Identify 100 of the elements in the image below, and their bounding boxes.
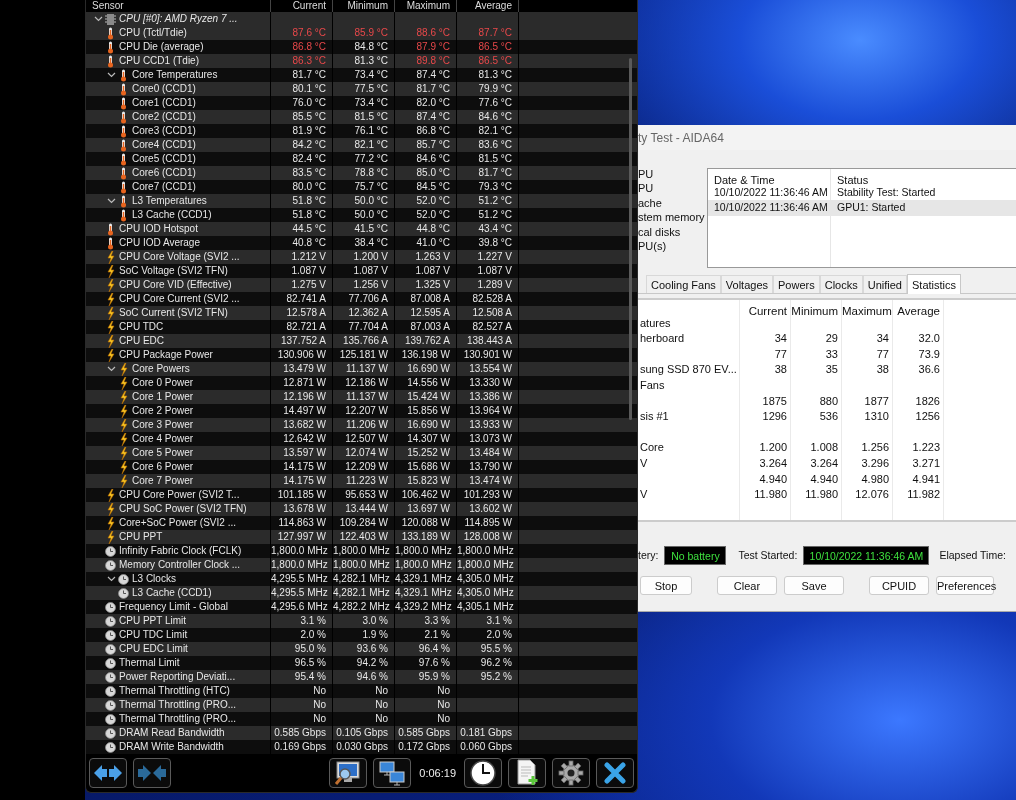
tab[interactable]: Cooling Fans <box>646 275 721 293</box>
tab[interactable]: Voltages <box>720 275 774 293</box>
monitor-button[interactable] <box>329 758 368 788</box>
sensor-name: CPU (Tctl/Tdie) <box>119 26 187 40</box>
column-header[interactable]: Minimum <box>791 300 842 322</box>
sensor-row[interactable]: Core0 (CCD1) 80.1 °C 77.5 °C 81.7 °C 79.9 °C <box>86 82 637 96</box>
status-label: Elapsed Time: <box>939 549 1006 561</box>
sensor-row[interactable]: CPU Core VID (Effective) 1.275 V 1.256 V 1.325 V 1.289 V <box>86 278 637 292</box>
sensor-row[interactable]: Thermal Throttling (PRO... No No No <box>86 712 637 726</box>
network-button[interactable] <box>373 758 412 788</box>
sensor-row[interactable]: Thermal Throttling (PRO... No No No <box>86 698 637 712</box>
sensor-name: Infinity Fabric Clock (FCLK) <box>119 544 242 558</box>
action-button[interactable]: Save <box>784 576 844 595</box>
sensor-row[interactable]: CPU Core Voltage (SVI2 ... 1.212 V 1.200 V 1.263 V 1.227 V <box>86 250 637 264</box>
sensor-row[interactable]: Core 1 Power 12.196 W 11.137 W 15.424 W 13.386 W <box>86 390 637 404</box>
sensor-row[interactable]: L3 Temperatures 51.8 °C 50.0 °C 52.0 °C 51.2 °C <box>86 194 637 208</box>
chevron-down-icon[interactable] <box>107 198 116 204</box>
sensor-row[interactable]: CPU [#0]: AMD Ryzen 7 ... <box>86 12 637 26</box>
settings-button[interactable] <box>552 758 590 788</box>
log-cell[interactable]: 10/10/2022 11:36:46 AM <box>708 184 831 200</box>
sensor-row[interactable]: Core 7 Power 14.175 W 11.223 W 15.823 W 13.474 W <box>86 474 637 488</box>
log-cell[interactable]: 10/10/2022 11:36:46 AM <box>708 200 831 216</box>
sensor-row[interactable]: Core 5 Power 13.597 W 12.074 W 15.252 W 13.484 W <box>86 446 637 460</box>
log-cell[interactable]: GPU1: Started <box>831 200 1016 216</box>
sensor-row[interactable]: CPU IOD Hotspot 44.5 °C 41.5 °C 44.8 °C 43.4 °C <box>86 222 637 236</box>
action-button[interactable]: Stop <box>640 576 692 595</box>
sensor-row[interactable]: CPU IOD Average 40.8 °C 38.4 °C 41.0 °C 39.8 °C <box>86 236 637 250</box>
sensor-row[interactable]: CPU TDC Limit 2.0 % 1.9 % 2.1 % 2.0 % <box>86 628 637 642</box>
chevron-down-icon[interactable] <box>107 72 116 78</box>
sensor-row[interactable]: CPU EDC 137.752 A 135.766 A 139.762 A 138.443 A <box>86 334 637 348</box>
sensor-row[interactable]: Core6 (CCD1) 83.5 °C 78.8 °C 85.0 °C 81.7 °C <box>86 166 637 180</box>
sensor-row[interactable]: L3 Clocks 4,295.5 MHz 4,282.1 MHz 4,329.1 MHz 4,305.0 MHz <box>86 572 637 586</box>
sensor-row[interactable]: Core7 (CCD1) 80.0 °C 75.7 °C 84.5 °C 79.3 °C <box>86 180 637 194</box>
double-arrow-icon <box>93 764 123 782</box>
sensor-row[interactable]: Core3 (CCD1) 81.9 °C 76.1 °C 86.8 °C 82.1 °C <box>86 124 637 138</box>
sensor-row[interactable]: Core Powers 13.479 W 11.137 W 16.690 W 13.554 W <box>86 362 637 376</box>
test-option[interactable]: PU <box>638 168 707 180</box>
close-button[interactable] <box>596 758 634 788</box>
sensor-row[interactable]: CPU EDC Limit 95.0 % 93.6 % 96.4 % 95.5 % <box>86 642 637 656</box>
chevron-down-icon[interactable] <box>107 576 116 582</box>
column-header[interactable]: Maximum <box>842 300 893 322</box>
elapsed-time: 0:06:19 <box>419 767 456 779</box>
sensor-row[interactable]: Thermal Throttling (HTC) No No No <box>86 684 637 698</box>
sensor-row[interactable]: DRAM Write Bandwidth 0.169 Gbps 0.030 Gbps 0.172 Gbps 0.060 Gbps <box>86 740 637 754</box>
column-header[interactable]: Average <box>893 300 944 322</box>
sensor-row[interactable]: DRAM Read Bandwidth 0.585 Gbps 0.105 Gbps 0.585 Gbps 0.181 Gbps <box>86 726 637 740</box>
table-cell-text: 4.941 <box>911 471 941 487</box>
sensor-row[interactable]: Core1 (CCD1) 76.0 °C 73.4 °C 82.0 °C 77.6 °C <box>86 96 637 110</box>
collapse-button[interactable] <box>133 758 171 788</box>
chevron-down-icon[interactable] <box>94 16 103 22</box>
sensor-row[interactable]: Core Temperatures 81.7 °C 73.4 °C 87.4 °C 81.3 °C <box>86 68 637 82</box>
tab[interactable]: Powers <box>773 275 820 293</box>
sensor-row[interactable]: CPU Core Power (SVI2 T... 101.185 W 95.653 W 106.462 W 101.293 W <box>86 488 637 502</box>
sensor-row[interactable]: Core 2 Power 14.497 W 12.207 W 15.856 W 13.964 W <box>86 404 637 418</box>
sensor-row[interactable]: L3 Cache (CCD1) 4,295.5 MHz 4,282.1 MHz 4,329.1 MHz 4,305.0 MHz <box>86 586 637 600</box>
column-header[interactable]: Current <box>740 300 791 322</box>
sensor-row[interactable]: CPU Package Power 130.906 W 125.181 W 136.198 W 130.901 W <box>86 348 637 362</box>
tab[interactable]: Clocks <box>819 275 863 293</box>
sensor-row[interactable]: Core 6 Power 14.175 W 12.209 W 15.686 W 13.790 W <box>86 460 637 474</box>
tab[interactable]: Unified <box>862 275 907 293</box>
test-option[interactable]: PU(s) <box>638 239 707 252</box>
table-cell-text: 12.076 <box>854 487 890 503</box>
sensor-row[interactable]: Core 3 Power 13.682 W 11.206 W 16.690 W 13.933 W <box>86 418 637 432</box>
sensor-row[interactable]: Thermal Limit 96.5 % 94.2 % 97.6 % 96.2 % <box>86 656 637 670</box>
sensor-row[interactable]: Power Reporting Deviati... 95.4 % 94.6 % 95.9 % 95.2 % <box>86 670 637 684</box>
scrollbar-thumb[interactable] <box>629 58 632 420</box>
sensor-row[interactable]: CPU CCD1 (Tdie) 86.3 °C 81.3 °C 89.8 °C 86.5 °C <box>86 54 637 68</box>
sensor-row[interactable]: Core5 (CCD1) 82.4 °C 77.2 °C 84.6 °C 81.5 °C <box>86 152 637 166</box>
sensor-row[interactable]: CPU SoC Power (SVI2 TFN) 13.678 W 13.444 W 13.697 W 13.602 W <box>86 502 637 516</box>
sensor-row[interactable]: SoC Current (SVI2 TFN) 12.578 A 12.362 A 12.595 A 12.508 A <box>86 306 637 320</box>
sensor-row[interactable]: Infinity Fabric Clock (FCLK) 1,800.0 MHz 1,800.0 MHz 1,800.0 MHz 1,800.0 MHz <box>86 544 637 558</box>
sensor-row[interactable]: Core2 (CCD1) 85.5 °C 81.5 °C 87.4 °C 84.6 °C <box>86 110 637 124</box>
sensor-row[interactable]: Core4 (CCD1) 84.2 °C 82.1 °C 85.7 °C 83.6 °C <box>86 138 637 152</box>
sensor-row[interactable]: SoC Voltage (SVI2 TFN) 1.087 V 1.087 V 1.087 V 1.087 V <box>86 264 637 278</box>
sensor-row[interactable]: Core+SoC Power (SVI2 ... 114.863 W 109.284 W 120.088 W 114.895 W <box>86 516 637 530</box>
action-button[interactable]: CPUID <box>869 576 929 595</box>
tab[interactable]: Statistics <box>907 274 961 294</box>
action-button[interactable]: Clear <box>717 576 777 595</box>
sensor-row[interactable]: Core 0 Power 12.871 W 12.186 W 14.556 W 13.330 W <box>86 376 637 390</box>
test-option[interactable]: stem memory <box>638 211 707 224</box>
test-option[interactable]: cal disks <box>638 225 707 238</box>
chevron-down-icon[interactable] <box>107 366 116 372</box>
sensor-row[interactable]: CPU Die (average) 86.8 °C 84.8 °C 87.9 °C 86.5 °C <box>86 40 637 54</box>
expand-button[interactable] <box>89 758 127 788</box>
log-button[interactable] <box>508 758 546 788</box>
test-option[interactable]: PU <box>638 182 707 195</box>
test-option[interactable]: ache <box>638 196 707 209</box>
sensor-row[interactable]: L3 Cache (CCD1) 51.8 °C 50.0 °C 52.0 °C 51.2 °C <box>86 208 637 222</box>
action-button[interactable]: Preferences <box>936 576 994 595</box>
sensor-row[interactable]: Core 4 Power 12.642 W 12.507 W 14.307 W 13.073 W <box>86 432 637 446</box>
sensor-row[interactable]: CPU (Tctl/Tdie) 87.6 °C 85.9 °C 88.6 °C 87.7 °C <box>86 26 637 40</box>
sensor-row[interactable]: CPU TDC 82.721 A 77.704 A 87.003 A 82.527 A <box>86 320 637 334</box>
monitor-magnifier-icon <box>334 760 363 786</box>
sensor-row[interactable]: Memory Controller Clock ... 1,800.0 MHz 1,800.0 MHz 1,800.0 MHz 1,800.0 MHz <box>86 558 637 572</box>
sensor-row[interactable]: Frequency Limit - Global 4,295.6 MHz 4,282.2 MHz 4,329.2 MHz 4,305.1 MHz <box>86 600 637 614</box>
sensor-row[interactable]: CPU PPT 127.997 W 122.403 W 133.189 W 128.008 W <box>86 530 637 544</box>
timer-button[interactable] <box>464 758 502 788</box>
sensor-row[interactable]: CPU Core Current (SVI2 ... 82.741 A 77.706 A 87.008 A 82.528 A <box>86 292 637 306</box>
sensor-row[interactable]: CPU PPT Limit 3.1 % 3.0 % 3.3 % 3.1 % <box>86 614 637 628</box>
log-cell[interactable]: Stability Test: Started <box>831 184 1016 200</box>
